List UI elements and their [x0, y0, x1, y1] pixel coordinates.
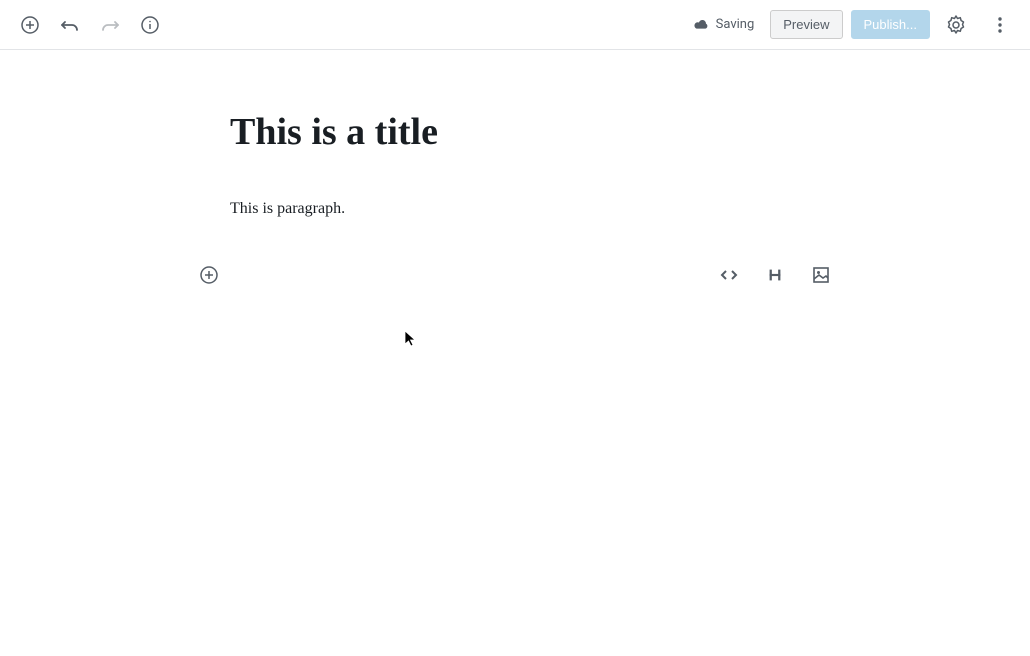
insert-heading-button[interactable]	[761, 261, 789, 289]
preview-button-label: Preview	[783, 17, 829, 32]
appender-right	[715, 261, 835, 289]
more-options-button[interactable]	[982, 7, 1018, 43]
post-title-input[interactable]: This is a title	[230, 110, 800, 156]
toolbar-right-group: Saving Preview Publish...	[684, 7, 1018, 43]
heading-icon	[766, 266, 784, 284]
publish-button-label: Publish...	[864, 17, 917, 32]
editor-canvas: This is a title This is paragraph.	[0, 50, 1030, 289]
toolbar-left-group	[12, 7, 168, 43]
gear-icon	[946, 15, 966, 35]
add-block-button[interactable]	[12, 7, 48, 43]
content-wrapper: This is a title This is paragraph.	[210, 110, 820, 221]
redo-button[interactable]	[92, 7, 128, 43]
paragraph-block[interactable]: This is paragraph.	[230, 196, 800, 222]
appender-left	[195, 261, 223, 289]
plus-circle-icon	[20, 15, 40, 35]
settings-button[interactable]	[938, 7, 974, 43]
code-icon	[719, 265, 739, 285]
save-status: Saving	[684, 16, 763, 34]
mouse-cursor	[404, 330, 418, 348]
undo-button[interactable]	[52, 7, 88, 43]
insert-image-button[interactable]	[807, 261, 835, 289]
cloud-icon	[692, 16, 710, 34]
ellipsis-vertical-icon	[990, 15, 1010, 35]
preview-button[interactable]: Preview	[770, 10, 842, 39]
plus-circle-icon	[199, 265, 219, 285]
save-status-label: Saving	[716, 17, 755, 32]
info-button[interactable]	[132, 7, 168, 43]
publish-button[interactable]: Publish...	[851, 10, 930, 39]
undo-icon	[60, 15, 80, 35]
image-icon	[811, 265, 831, 285]
redo-icon	[100, 15, 120, 35]
inserter-button[interactable]	[195, 261, 223, 289]
block-appender-row	[185, 261, 845, 289]
top-toolbar: Saving Preview Publish...	[0, 0, 1030, 50]
info-icon	[140, 15, 160, 35]
insert-code-button[interactable]	[715, 261, 743, 289]
